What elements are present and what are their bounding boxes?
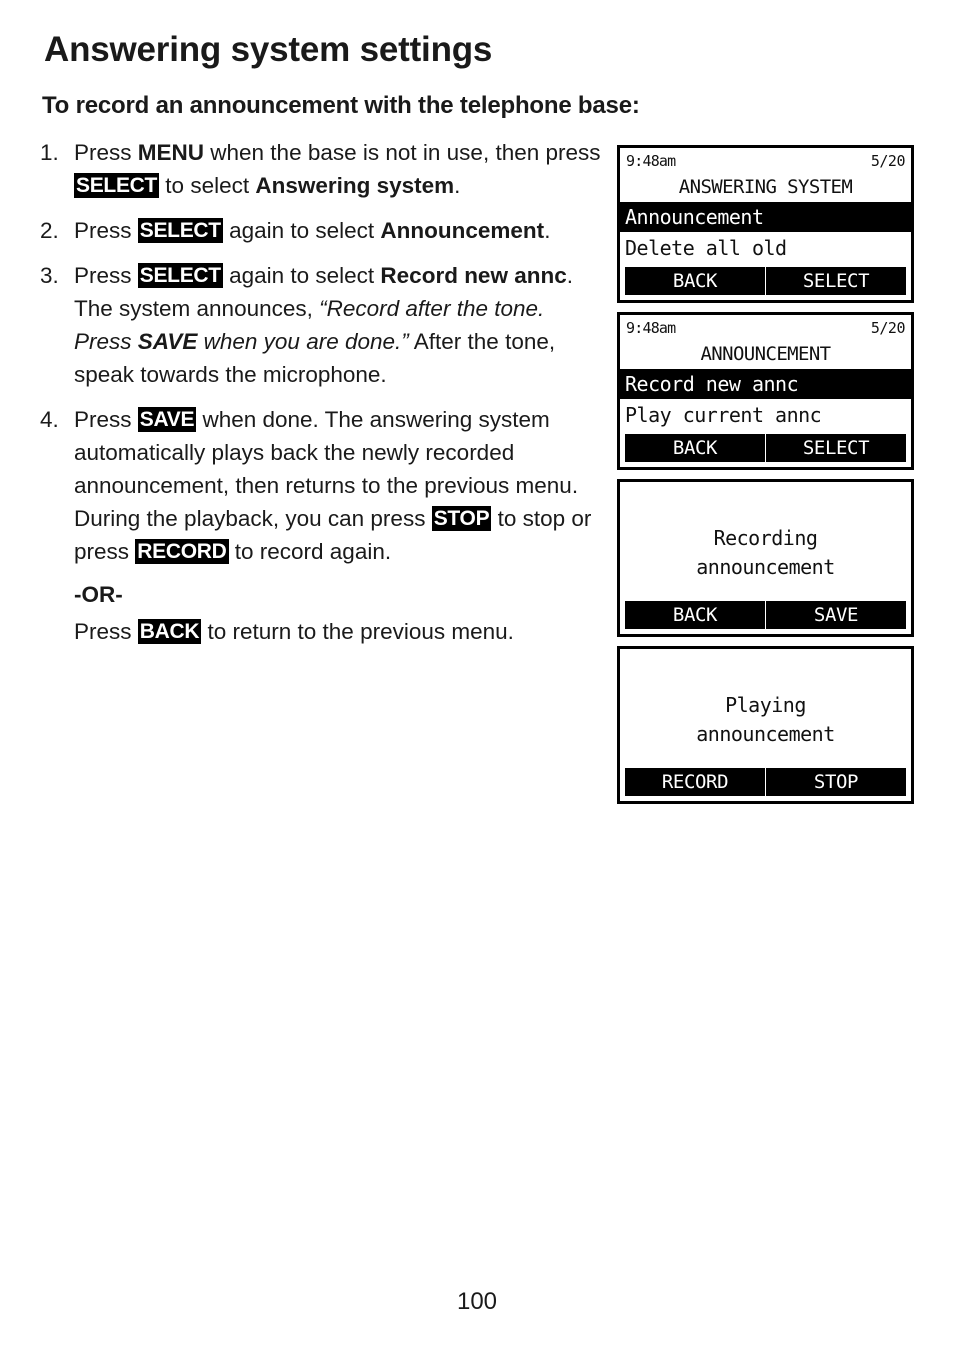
step-number: 4. — [40, 407, 59, 432]
softkey-label-select: SELECT — [137, 263, 223, 288]
lcd-screen-recording-announcement: Recording announcement BACK SAVE — [617, 479, 914, 637]
body-text: Press — [74, 263, 138, 288]
step-number: 1. — [40, 140, 59, 165]
lcd-softkey-back[interactable]: BACK — [625, 434, 765, 462]
softkey-label-record: RECORD — [135, 539, 229, 564]
lcd-softkey-bar: BACK SAVE — [625, 601, 906, 629]
instruction-step: 2. Press SELECT again to select Announcem… — [40, 214, 608, 247]
instruction-step: 1. Press MENU when the base is not in use… — [40, 136, 608, 202]
lcd-menu-item[interactable]: Play current annc — [620, 400, 911, 430]
lcd-screen-announcement-menu: 9:48am 5/20 ANNOUNCEMENT Record new annc Pla… — [617, 312, 914, 470]
instruction-steps: 1. Press MENU when the base is not in use… — [40, 136, 608, 648]
lcd-clock: 9:48am — [626, 152, 676, 170]
softkey-label-save: SAVE — [137, 407, 197, 432]
alternative-instruction: Press BACK to return to the previous men… — [40, 615, 608, 648]
instruction-step: 4. Press SAVE when done. The answering sy… — [40, 403, 608, 568]
body-text: to record again. — [228, 539, 392, 564]
lcd-softkey-back[interactable]: BACK — [625, 267, 765, 295]
lcd-softkey-back[interactable]: BACK — [625, 601, 765, 629]
manual-page: Answering system settings To record an a… — [0, 0, 954, 1354]
lcd-clock: 9:48am — [626, 319, 676, 337]
lcd-softkey-select[interactable]: SELECT — [766, 434, 906, 462]
section-heading: To record an announcement with the telep… — [42, 92, 640, 119]
body-text: Press — [74, 619, 138, 644]
lcd-status-bar: 9:48am 5/20 — [626, 151, 906, 171]
body-text: Press — [74, 140, 138, 165]
lcd-softkey-bar: BACK SELECT — [625, 434, 906, 462]
lcd-softkey-record[interactable]: RECORD — [625, 768, 765, 796]
body-text: Press — [74, 218, 138, 243]
body-text: to select — [159, 173, 256, 198]
body-text: Press — [74, 407, 138, 432]
lcd-softkey-bar: BACK SELECT — [625, 267, 906, 295]
lcd-softkey-bar: RECORD STOP — [625, 768, 906, 796]
softkey-label-select: SELECT — [137, 218, 223, 243]
lcd-status-bar: 9:48am 5/20 — [626, 318, 906, 338]
body-text: when the base is not in use, then press — [204, 140, 601, 165]
lcd-status-message-line: Recording — [713, 526, 818, 550]
softkey-label-back: BACK — [137, 619, 202, 644]
emphasis-text: Answering system — [255, 173, 455, 198]
lcd-date: 5/20 — [870, 152, 906, 170]
step-body: Press SAVE when done. The answering syst… — [74, 407, 591, 564]
lcd-softkey-stop[interactable]: STOP — [766, 768, 906, 796]
lcd-menu-item-selected[interactable]: Announcement — [620, 202, 911, 232]
emphasis-text: Announcement — [380, 218, 545, 243]
lcd-menu-title: ANNOUNCEMENT — [700, 343, 831, 365]
step-number: 2. — [40, 218, 59, 243]
page-title: Answering system settings — [44, 30, 493, 69]
body-text: again to select — [222, 263, 381, 288]
instruction-step: 3. Press SELECT again to select Record ne… — [40, 259, 608, 391]
lcd-softkey-save[interactable]: SAVE — [766, 601, 906, 629]
lcd-status-message-line: Playing — [725, 693, 806, 717]
lcd-softkey-select[interactable]: SELECT — [766, 267, 906, 295]
lcd-status-message-line: announcement — [696, 722, 835, 746]
softkey-label-stop: STOP — [431, 506, 492, 531]
page-number: 100 — [456, 1288, 498, 1315]
body-text: again to select — [222, 218, 381, 243]
lcd-date: 5/20 — [870, 319, 906, 337]
lcd-status-message: Recording announcement — [620, 524, 911, 582]
step-body: Press SELECT again to select Record new … — [74, 263, 573, 387]
lcd-menu-item-selected[interactable]: Record new annc — [620, 369, 911, 399]
quoted-emphasis-text: SAVE — [138, 329, 198, 354]
lcd-screen-playing-announcement: Playing announcement RECORD STOP — [617, 646, 914, 804]
lcd-status-message: Playing announcement — [620, 691, 911, 749]
quoted-text: when you are done.” — [197, 329, 409, 354]
step-body: Press MENU when the base is not in use, … — [74, 140, 601, 198]
lcd-menu-item[interactable]: Delete all old — [620, 233, 911, 263]
step-body: Press SELECT again to select Announcemen… — [74, 218, 550, 243]
body-text: . — [544, 218, 551, 243]
body-text: to return to the previous menu. — [201, 619, 514, 644]
lcd-status-message-line: announcement — [696, 555, 835, 579]
softkey-label-select: SELECT — [74, 173, 160, 198]
emphasis-text: MENU — [137, 140, 205, 165]
body-text: . — [454, 173, 461, 198]
lcd-menu-title: ANSWERING SYSTEM — [678, 176, 853, 198]
emphasis-text: Record new annc — [380, 263, 567, 288]
step-number: 3. — [40, 263, 59, 288]
lcd-screen-list: 9:48am 5/20 ANSWERING SYSTEM Announcement De… — [617, 145, 914, 813]
emphasis-text: SAVE — [137, 329, 198, 354]
or-separator-label: -OR- — [74, 582, 123, 607]
lcd-screen-answering-system-menu: 9:48am 5/20 ANSWERING SYSTEM Announcement De… — [617, 145, 914, 303]
